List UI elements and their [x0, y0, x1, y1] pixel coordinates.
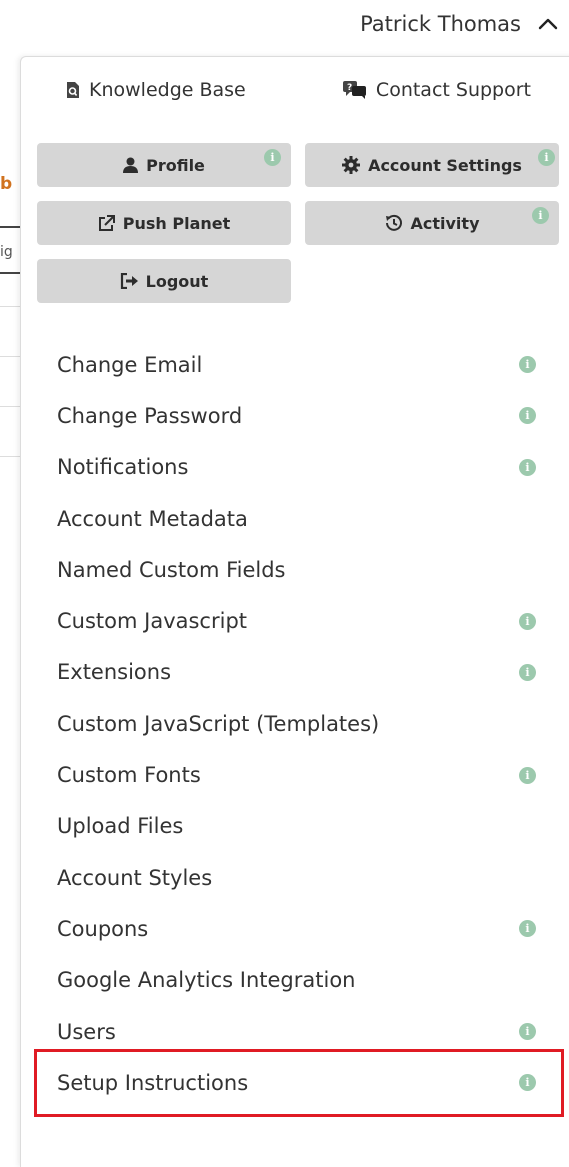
info-icon[interactable]: i: [519, 1074, 536, 1092]
info-icon[interactable]: i: [519, 1023, 536, 1040]
account-settings-button[interactable]: Account Settings i: [305, 143, 559, 187]
menu-item-label: Upload Files: [57, 814, 184, 839]
menu-item-setup-instructions[interactable]: Setup Instructions i: [21, 1057, 569, 1108]
info-icon[interactable]: i: [519, 458, 536, 476]
info-icon[interactable]: i: [519, 612, 536, 630]
menu-item-upload-files[interactable]: Upload Files: [21, 801, 569, 852]
menu-item-label: Google Analytics Integration: [57, 968, 356, 993]
profile-button[interactable]: Profile i: [37, 143, 291, 187]
activity-label: Activity: [410, 213, 480, 233]
menu-item-account-styles[interactable]: Account Styles: [21, 852, 569, 903]
document-search-icon: [67, 82, 79, 98]
menu-item-label: Account Styles: [57, 865, 213, 890]
user-name: Patrick Thomas: [360, 12, 521, 36]
info-icon[interactable]: i: [532, 207, 549, 224]
background-divider: [0, 356, 20, 357]
sign-out-icon: [120, 273, 138, 289]
svg-text:?: ?: [347, 83, 352, 93]
menu-item-account-metadata[interactable]: Account Metadata: [21, 493, 569, 544]
knowledge-base-link[interactable]: Knowledge Base: [65, 79, 246, 101]
gear-icon: [342, 156, 361, 174]
contact-support-label: Contact Support: [375, 79, 531, 101]
push-planet-label: Push Planet: [122, 213, 231, 233]
menu-item-label: Coupons: [57, 916, 149, 941]
info-icon[interactable]: i: [538, 149, 555, 166]
chat-question-icon: ?: [342, 81, 366, 99]
user-dropdown-panel: Knowledge Base ? Contact Support Profile…: [20, 56, 569, 1167]
menu-item-label: Custom Fonts: [57, 763, 201, 788]
menu-item-change-password[interactable]: Change Password i: [21, 390, 569, 441]
menu-item-label: Setup Instructions: [57, 1070, 249, 1095]
menu-item-custom-fonts[interactable]: Custom Fonts i: [21, 749, 569, 800]
activity-button[interactable]: Activity i: [305, 201, 559, 245]
menu-item-google-analytics-integration[interactable]: Google Analytics Integration: [21, 955, 569, 1006]
menu-item-coupons[interactable]: Coupons i: [21, 903, 569, 954]
menu-item-label: Custom Javascript: [57, 609, 248, 634]
background-text-fragment: ig: [0, 244, 13, 260]
menu-item-named-custom-fields[interactable]: Named Custom Fields: [21, 544, 569, 595]
background-divider: [0, 456, 20, 457]
account-settings-label: Account Settings: [368, 155, 522, 175]
info-icon[interactable]: i: [264, 149, 281, 166]
background-divider: [0, 406, 20, 407]
external-link-icon: [98, 214, 115, 231]
info-icon[interactable]: i: [519, 407, 536, 425]
background-divider: [0, 306, 20, 307]
support-links: Knowledge Base ? Contact Support: [65, 79, 531, 101]
knowledge-base-label: Knowledge Base: [89, 79, 246, 101]
profile-label: Profile: [146, 155, 205, 175]
menu-item-label: Custom JavaScript (Templates): [57, 711, 380, 736]
push-planet-button[interactable]: Push Planet: [37, 201, 291, 245]
menu-item-change-email[interactable]: Change Email i: [21, 339, 569, 390]
menu-item-label: Change Password: [57, 403, 243, 428]
menu-item-label: Change Email: [57, 352, 203, 377]
menu-item-custom-javascript-templates[interactable]: Custom JavaScript (Templates): [21, 698, 569, 749]
settings-menu-list: Change Email i Change Password i Notificatio…: [21, 339, 569, 1108]
menu-item-label: Named Custom Fields: [57, 557, 286, 582]
user-icon: [123, 157, 139, 173]
history-icon: [385, 214, 402, 231]
menu-item-notifications[interactable]: Notifications i: [21, 442, 569, 493]
chevron-up-icon: [538, 18, 558, 30]
info-icon[interactable]: i: [519, 663, 536, 681]
user-menu-toggle[interactable]: Patrick Thomas: [360, 8, 559, 40]
info-icon[interactable]: i: [519, 766, 536, 784]
background-text-fragment: b: [0, 174, 13, 194]
menu-item-label: Account Metadata: [57, 506, 248, 531]
menu-item-label: Notifications: [57, 455, 189, 480]
menu-item-extensions[interactable]: Extensions i: [21, 647, 569, 698]
contact-support-link[interactable]: ? Contact Support: [342, 79, 531, 101]
info-icon[interactable]: i: [519, 356, 536, 374]
menu-item-label: Users: [57, 1019, 116, 1044]
menu-item-users[interactable]: Users i: [21, 1006, 569, 1057]
logout-button[interactable]: Logout: [37, 259, 291, 303]
logout-label: Logout: [145, 271, 209, 291]
menu-item-custom-javascript[interactable]: Custom Javascript i: [21, 595, 569, 646]
menu-item-label: Extensions: [57, 660, 172, 685]
info-icon[interactable]: i: [519, 920, 536, 938]
background-divider: [0, 226, 20, 228]
background-divider: [0, 272, 20, 274]
